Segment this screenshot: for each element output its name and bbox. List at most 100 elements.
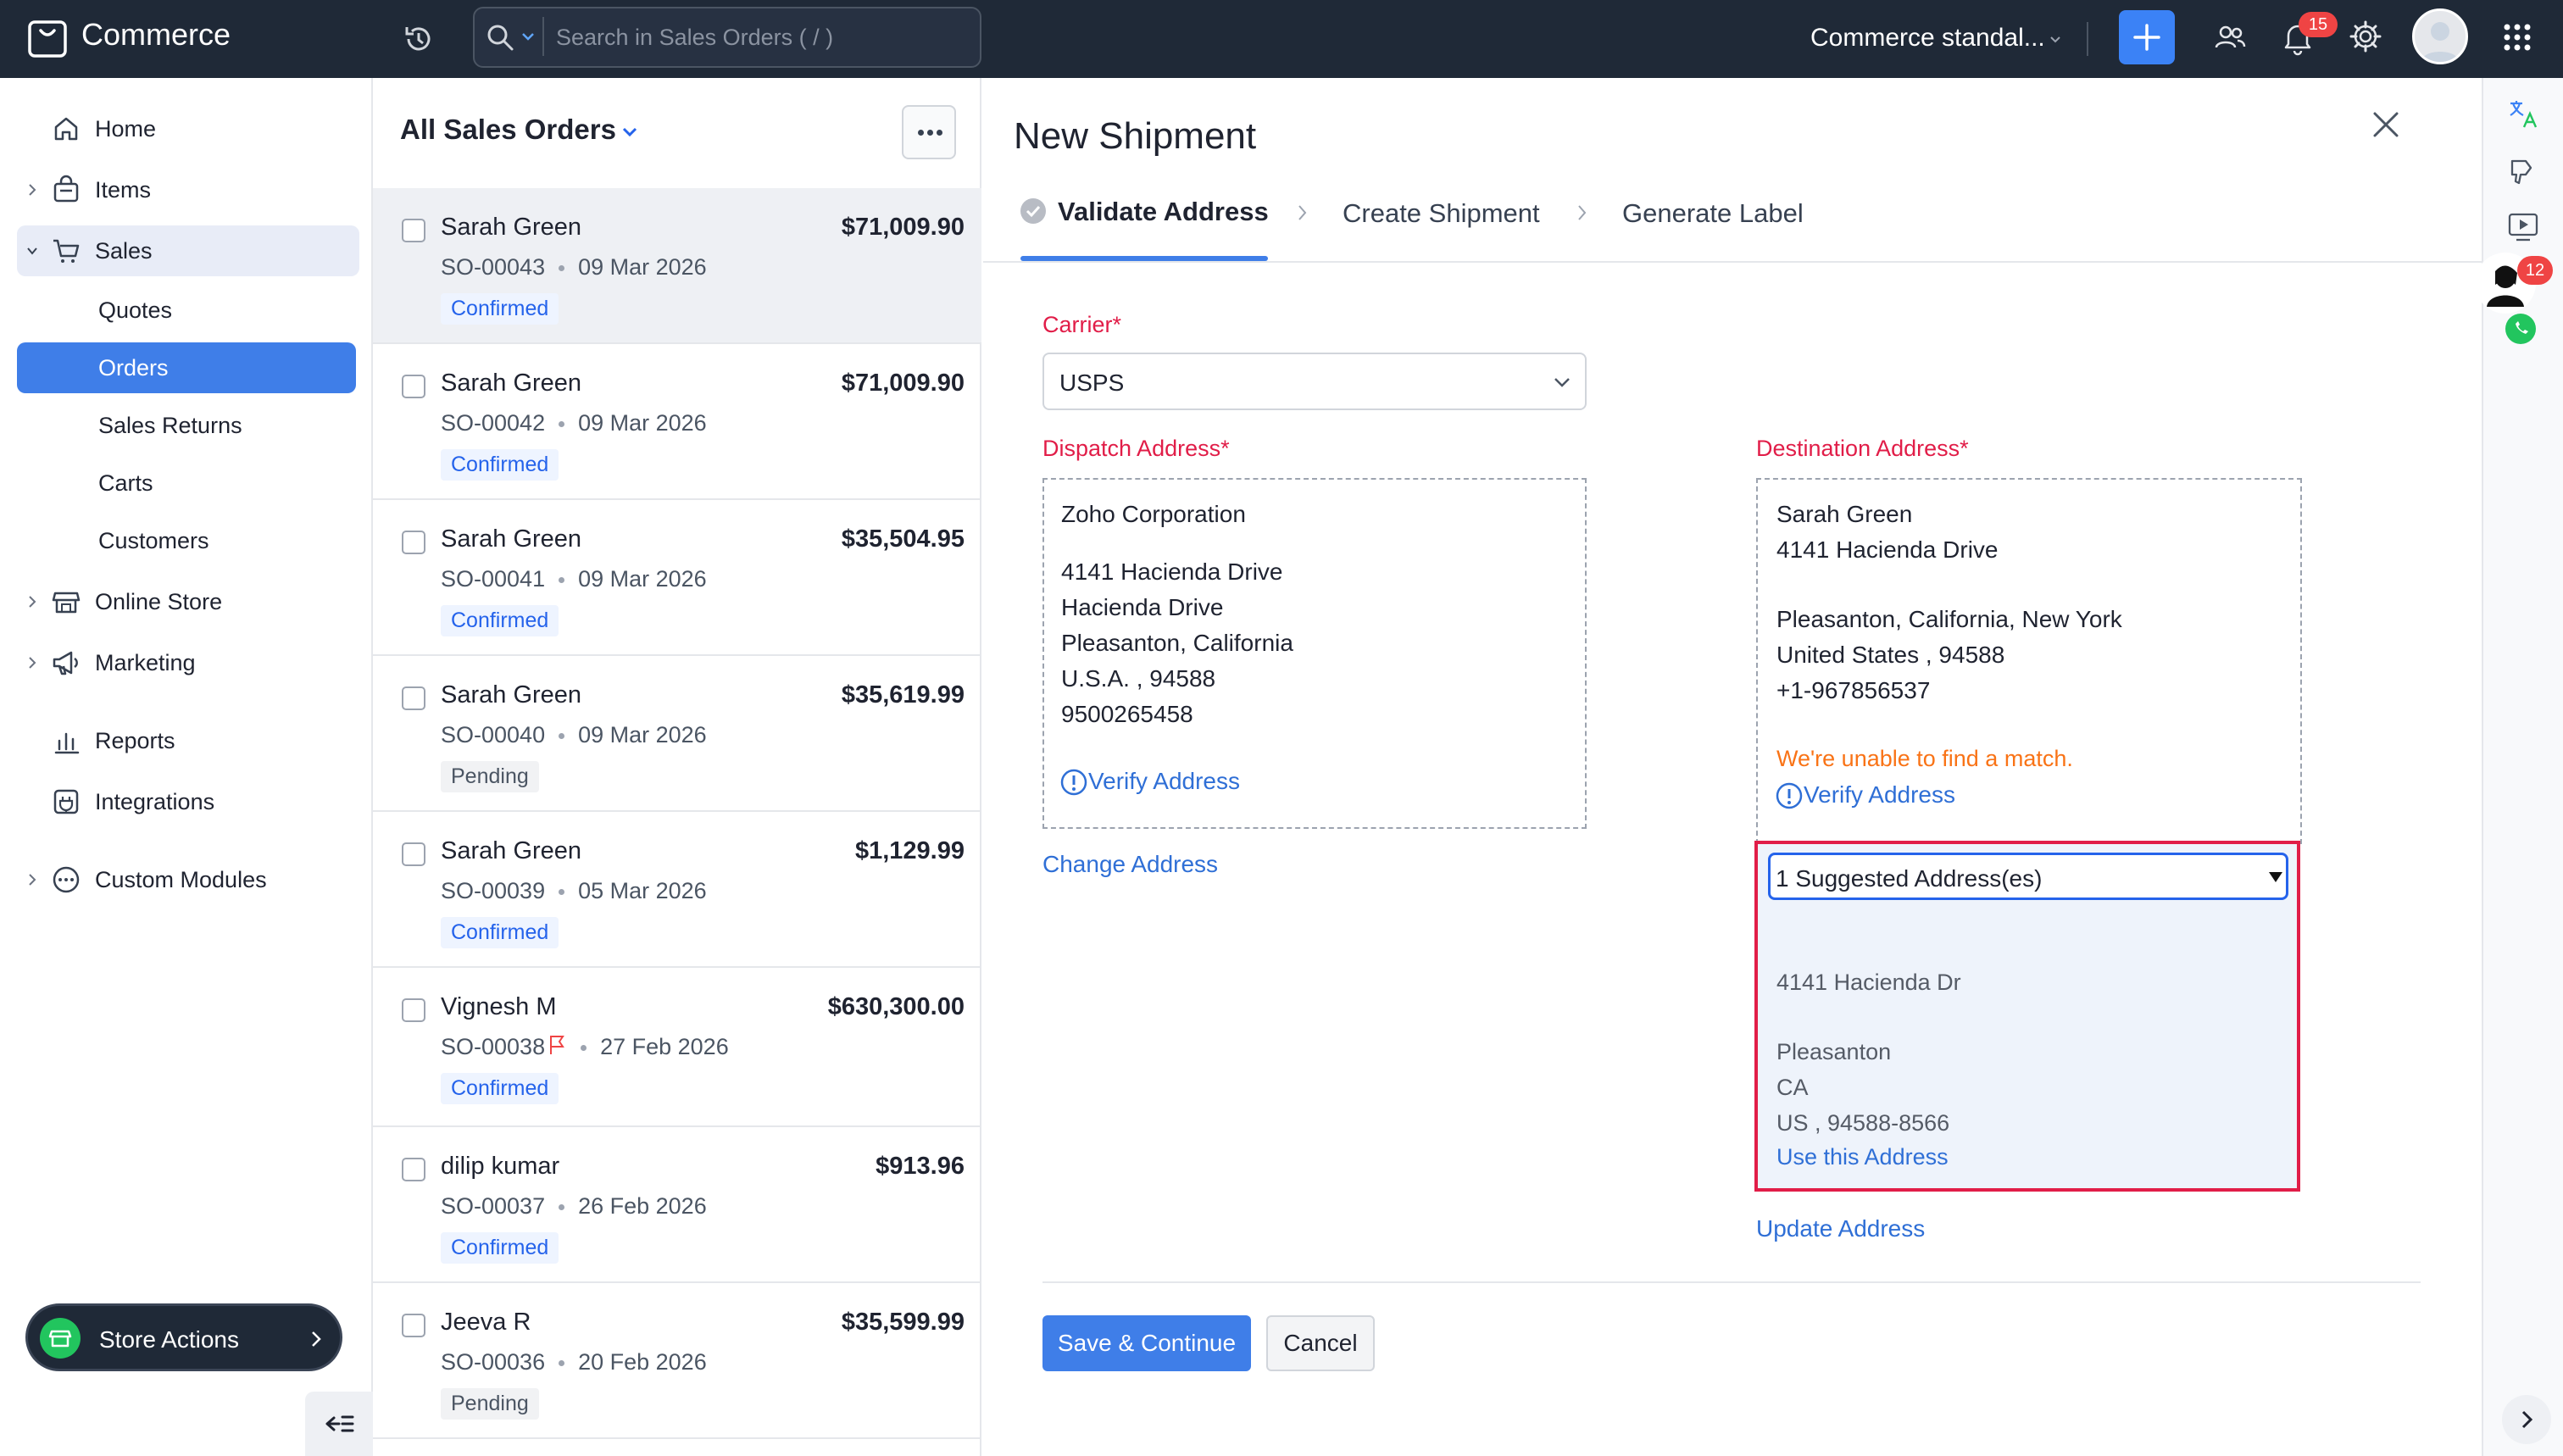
- organization-name[interactable]: Commerce standal...: [1810, 24, 2045, 53]
- order-number: SO-00036: [441, 1349, 546, 1375]
- suggested-state: CA: [1776, 1075, 1809, 1100]
- user-avatar[interactable]: [2412, 8, 2468, 64]
- sidebar-item-items[interactable]: Items: [17, 164, 359, 215]
- app-name[interactable]: Commerce: [81, 17, 231, 53]
- order-number: SO-00042: [441, 410, 546, 436]
- sidebar-item-carts[interactable]: Carts: [17, 458, 356, 508]
- sidebar-item-orders[interactable]: Orders: [17, 342, 356, 393]
- customer-name: dilip kumar: [441, 1153, 560, 1180]
- separator-dot: [559, 733, 565, 740]
- order-date: 09 Mar 2026: [578, 254, 707, 280]
- status-badge: Confirmed: [441, 293, 559, 325]
- row-checkbox[interactable]: [402, 531, 425, 554]
- step-create-shipment[interactable]: Create Shipment: [1343, 198, 1540, 229]
- order-row[interactable]: dilip kumar $913.96 SO-00037 26 Feb 2026 …: [373, 1127, 981, 1283]
- sidebar-item-quotes[interactable]: Quotes: [17, 285, 356, 336]
- search-icon[interactable]: [485, 22, 515, 53]
- order-meta: SO-00042 09 Mar 2026: [441, 410, 707, 436]
- list-view-title[interactable]: All Sales Orders: [400, 114, 616, 146]
- change-address-link[interactable]: Change Address: [1042, 851, 1218, 878]
- order-number: SO-00038: [441, 1034, 546, 1059]
- page-title: New Shipment: [1014, 115, 1257, 157]
- sidebar-item-sales-returns[interactable]: Sales Returns: [17, 400, 356, 451]
- row-checkbox[interactable]: [402, 686, 425, 710]
- order-row[interactable]: Sarah Green $1,129.99 SO-00039 05 Mar 202…: [373, 812, 981, 968]
- order-row[interactable]: Sarah Green $71,009.90 SO-00043 09 Mar 20…: [373, 188, 981, 344]
- update-address-link[interactable]: Update Address: [1756, 1215, 1925, 1242]
- sidebar-item-custom-modules[interactable]: Custom Modules: [17, 854, 359, 905]
- close-icon[interactable]: [2371, 110, 2400, 139]
- chevron-right-icon: [29, 657, 36, 669]
- sidebar-item-customers[interactable]: Customers: [17, 515, 356, 566]
- search-divider: [542, 17, 544, 56]
- customer-name: Jeeva R: [441, 1309, 531, 1336]
- store-actions-label: Store Actions: [99, 1326, 239, 1353]
- video-tutorial-icon[interactable]: [2505, 208, 2541, 244]
- store-icon: [40, 1318, 81, 1359]
- order-row[interactable]: Vignesh M $630,300.00 SO-00038 27 Feb 202…: [373, 968, 981, 1127]
- order-amount: $35,504.95: [841, 525, 965, 553]
- order-row[interactable]: Sarah Green $35,504.95 SO-00041 09 Mar 20…: [373, 500, 981, 656]
- verify-dispatch-address-link[interactable]: Verify Address: [1088, 768, 1240, 795]
- quick-create-button[interactable]: [2119, 10, 2175, 64]
- feedback-icon[interactable]: [2505, 153, 2541, 188]
- customer-name: Sarah Green: [441, 837, 582, 864]
- chevron-down-icon[interactable]: [2049, 36, 2061, 44]
- collapse-icon: [325, 1415, 354, 1432]
- expand-rail-button[interactable]: [2502, 1395, 2551, 1444]
- save-continue-button[interactable]: Save & Continue: [1042, 1315, 1251, 1371]
- destination-line1: 4141 Hacienda Drive: [1776, 536, 1999, 563]
- order-row[interactable]: Sarah Green $35,619.99 SO-00040 09 Mar 20…: [373, 656, 981, 812]
- order-row[interactable]: Jeeva R $35,599.99 SO-00036 20 Feb 2026 P…: [373, 1283, 981, 1439]
- chevron-down-icon[interactable]: [620, 125, 639, 139]
- sidebar-item-label: Items: [95, 177, 152, 203]
- row-checkbox[interactable]: [402, 998, 425, 1022]
- search-input[interactable]: [556, 19, 963, 56]
- sidebar-item-sales[interactable]: Sales: [17, 225, 359, 276]
- sidebar-item-online-store[interactable]: Online Store: [17, 576, 359, 627]
- commerce-logo-icon[interactable]: [27, 17, 68, 59]
- row-checkbox[interactable]: [402, 375, 425, 398]
- collapse-sidebar-button[interactable]: [305, 1392, 373, 1456]
- order-meta: SO-00043 09 Mar 2026: [441, 254, 707, 281]
- app-grid-icon[interactable]: [2502, 22, 2532, 53]
- step-generate-label[interactable]: Generate Label: [1622, 198, 1804, 229]
- store-actions-button[interactable]: Store Actions: [25, 1303, 342, 1371]
- suggested-address-select[interactable]: 1 Suggested Address(es): [1768, 853, 2288, 900]
- order-amount: $913.96: [876, 1153, 965, 1180]
- info-icon: [1060, 769, 1087, 796]
- recent-history-icon[interactable]: [402, 22, 436, 56]
- row-checkbox[interactable]: [402, 842, 425, 866]
- cancel-button[interactable]: Cancel: [1266, 1315, 1375, 1371]
- order-row[interactable]: Sarah Green $71,009.90 SO-00042 09 Mar 20…: [373, 344, 981, 500]
- megaphone-icon: [53, 651, 78, 675]
- sidebar-item-reports[interactable]: Reports: [17, 715, 359, 766]
- row-checkbox[interactable]: [402, 1158, 425, 1181]
- more-options-button[interactable]: [902, 105, 956, 159]
- use-this-address-link[interactable]: Use this Address: [1776, 1144, 1949, 1170]
- sidebar-item-label: Sales Returns: [98, 413, 242, 438]
- destination-city-state: Pleasanton, California, New York: [1776, 606, 2122, 632]
- carrier-label: Carrier*: [1042, 312, 1122, 337]
- dispatch-city-state: Pleasanton, California: [1061, 630, 1293, 656]
- notification-badge[interactable]: 15: [2299, 12, 2338, 37]
- verify-destination-address-link[interactable]: Verify Address: [1804, 781, 1955, 809]
- destination-address-label: Destination Address*: [1756, 436, 1969, 461]
- chevron-down-icon[interactable]: [520, 31, 536, 42]
- sidebar-item-home[interactable]: Home: [17, 103, 359, 154]
- sidebar-item-marketing[interactable]: Marketing: [17, 637, 359, 688]
- plus-icon: [2133, 24, 2160, 51]
- users-icon[interactable]: [2212, 20, 2248, 56]
- sidebar-item-integrations[interactable]: Integrations: [17, 776, 359, 827]
- order-meta: SO-00036 20 Feb 2026: [441, 1349, 707, 1375]
- step-validate-address[interactable]: Validate Address: [1058, 197, 1269, 227]
- check-circle-icon: [1020, 198, 1046, 224]
- chat-badge[interactable]: 12: [2517, 256, 2553, 285]
- translate-icon[interactable]: [2505, 97, 2541, 132]
- carrier-select[interactable]: USPS: [1042, 353, 1587, 410]
- gear-icon[interactable]: [2348, 19, 2383, 54]
- whatsapp-icon[interactable]: [2505, 314, 2536, 344]
- row-checkbox[interactable]: [402, 1314, 425, 1337]
- destination-phone: +1-967856537: [1776, 677, 1931, 703]
- row-checkbox[interactable]: [402, 219, 425, 242]
